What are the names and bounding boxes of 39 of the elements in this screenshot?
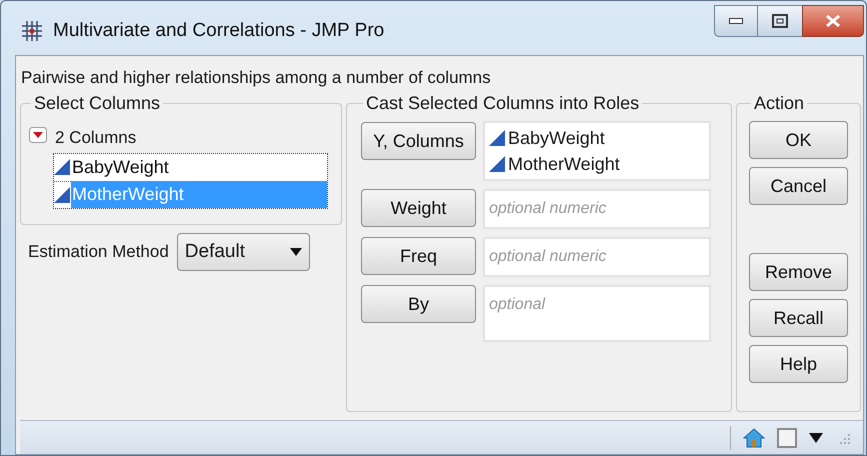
action-button[interactable]: OK — [749, 121, 848, 159]
placeholder-text: optional numeric — [489, 199, 608, 219]
role-button[interactable]: By — [361, 285, 476, 323]
numeric-column-icon — [489, 130, 505, 146]
minimize-icon — [729, 18, 743, 24]
role-list-item[interactable]: MotherWeight — [508, 150, 620, 178]
action-button[interactable]: Remove — [749, 253, 848, 291]
description-text: Pairwise and higher relationships among a number of columns — [20, 67, 492, 89]
action-button[interactable]: Help — [749, 345, 848, 383]
numeric-column-icon — [54, 186, 70, 202]
action-button[interactable]: Cancel — [749, 167, 848, 205]
minimize-button[interactable] — [714, 5, 758, 37]
numeric-column-icon — [54, 159, 70, 175]
role-button[interactable]: Y, Columns — [361, 122, 476, 160]
column-count: 2 Columns — [55, 127, 136, 149]
close-icon — [825, 14, 841, 28]
action-button[interactable]: Recall — [749, 299, 848, 337]
restore-icon — [772, 14, 788, 28]
checkbox-icon[interactable] — [777, 428, 797, 448]
dropdown-arrow-icon — [290, 248, 302, 256]
placeholder-text: optional — [489, 295, 546, 315]
placeholder-text: optional numeric — [489, 247, 608, 267]
role-list-item[interactable]: BabyWeight — [508, 124, 605, 152]
estimation-method-label: Estimation Method — [28, 241, 169, 264]
window-title: Multivariate and Correlations - JMP Pro — [53, 19, 384, 43]
group-title: Action — [753, 92, 806, 115]
role-button[interactable]: Weight — [361, 189, 476, 227]
group-title: Cast Selected Columns into Roles — [365, 92, 640, 115]
estimation-method-dropdown[interactable]: Default — [176, 233, 310, 271]
maximize-button[interactable] — [758, 5, 802, 37]
numeric-column-icon — [489, 156, 505, 172]
role-list[interactable]: BabyWeight MotherWeight — [483, 121, 711, 181]
role-button[interactable]: Freq — [361, 237, 476, 275]
column-list-item[interactable]: BabyWeight — [71, 154, 327, 180]
close-button[interactable] — [802, 5, 864, 37]
grid-icon — [21, 20, 43, 42]
home-icon[interactable] — [743, 428, 765, 448]
group-title: Select Columns — [33, 92, 162, 115]
dropdown-arrow-icon[interactable] — [809, 432, 823, 442]
